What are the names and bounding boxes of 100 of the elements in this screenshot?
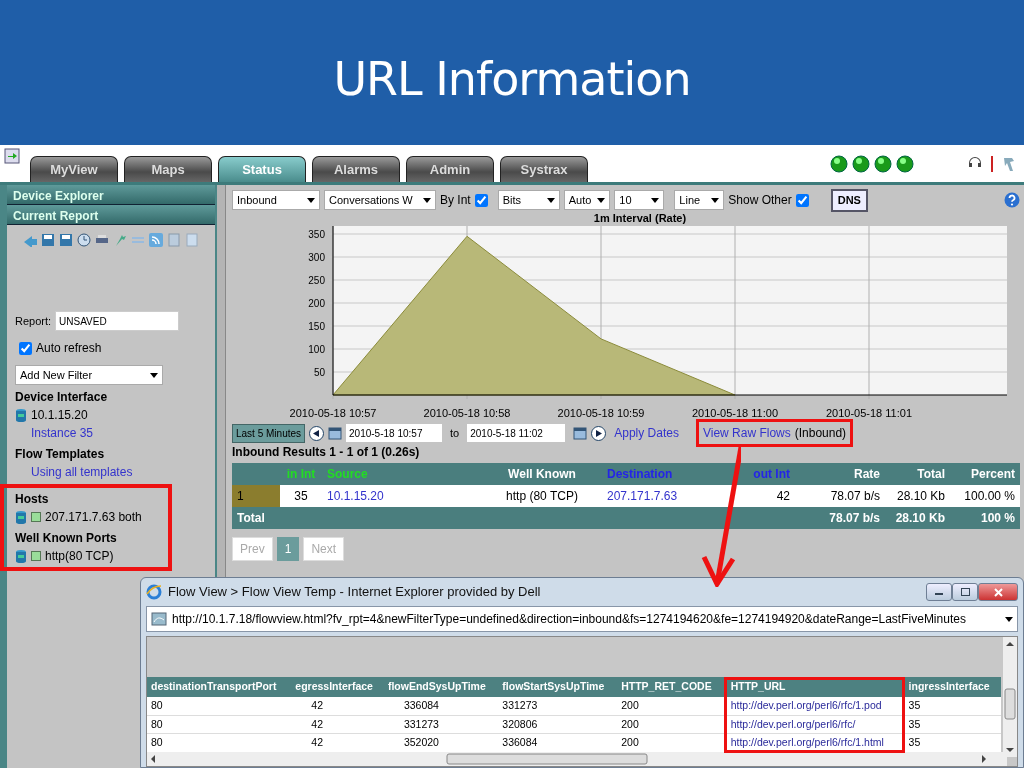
checkbox[interactable] xyxy=(19,341,32,355)
checkbox-label: By Int xyxy=(440,192,471,210)
range-label: to xyxy=(450,425,460,441)
dropdown[interactable]: Conversations W xyxy=(324,190,436,211)
slide-title: URL Information xyxy=(333,51,691,108)
dropdown[interactable]: Line xyxy=(674,190,725,211)
column-header[interactable]: Percent xyxy=(950,462,1020,485)
table-cell: http (80 TCP) xyxy=(482,484,602,507)
help-icon[interactable] xyxy=(1004,192,1020,209)
caret-icon xyxy=(711,197,720,203)
table-cell: 320806 xyxy=(498,715,618,734)
next-icon[interactable] xyxy=(591,425,607,441)
square-icon[interactable] xyxy=(31,551,41,561)
column-header[interactable]: Well Known xyxy=(482,462,602,485)
chart-title: 1m Interval (Rate) xyxy=(593,211,687,224)
status-light-icon xyxy=(830,154,848,173)
section-heading: Device Interface xyxy=(15,389,109,406)
checkbox-label: Show Other xyxy=(728,192,792,210)
dropdown[interactable]: Bits xyxy=(497,190,560,211)
table-cell: 35 xyxy=(904,715,1001,734)
pointer-icon[interactable] xyxy=(1002,155,1016,172)
link-cell[interactable]: 207.171.7.63 xyxy=(602,484,690,507)
column-header[interactable]: destinationTransportPort xyxy=(147,677,292,697)
app-icon[interactable] xyxy=(4,148,20,164)
caret-icon xyxy=(307,197,315,203)
total-cell: 78.07 b/s xyxy=(795,506,885,529)
database-icon[interactable] xyxy=(15,510,27,524)
caret-icon[interactable] xyxy=(1005,616,1013,622)
previous-icon[interactable] xyxy=(309,425,325,441)
results-summary: Inbound Results 1 - 1 of 1 (0.26s) xyxy=(232,443,421,461)
address-bar[interactable]: http://10.1.7.18/flowview.html?fv_rpt=4&newFilterType=undefined&direction=inbound&fs=1274194620&fe=1274194920&dateRange=LastFiveMinutes xyxy=(146,606,1018,632)
nav-tab[interactable]: Alarms xyxy=(312,156,400,182)
column-header[interactable]: flowEndSysUpTime xyxy=(383,677,499,697)
filter-dropdown[interactable]: Add New Filter xyxy=(15,365,163,385)
raw-flows-link[interactable]: View Raw Flows xyxy=(702,424,791,442)
date-field[interactable]: 2010-5-18 10:57 xyxy=(346,424,443,442)
column-header[interactable]: in Int xyxy=(280,462,322,485)
maximize-button[interactable] xyxy=(952,583,978,601)
panel-header[interactable]: Device Explorer xyxy=(7,185,215,205)
dropdown[interactable]: Auto xyxy=(563,190,611,211)
browser-icon xyxy=(146,584,162,600)
axis-label: 2010-05-18 10:58 xyxy=(423,406,511,419)
clock-icon[interactable] xyxy=(77,233,91,247)
table-cell: 28.10 Kb xyxy=(885,484,950,507)
caret-icon xyxy=(546,197,555,203)
window-title: Flow View > Flow View Temp - Internet Explorer provided by Dell xyxy=(168,583,541,602)
dropdown[interactable]: Inbound xyxy=(232,190,320,211)
text-link[interactable]: Using all templates xyxy=(31,463,133,481)
link-cell[interactable]: http://dev.perl.org/perl6/rfc/1.html xyxy=(723,733,905,753)
table-cell: 35 xyxy=(280,484,322,507)
column-header[interactable]: Rate xyxy=(795,462,885,485)
scrollbar[interactable] xyxy=(1003,637,1017,757)
dropdown[interactable]: 10 xyxy=(614,190,665,211)
status-light-icon xyxy=(874,154,892,173)
total-cell: 28.10 Kb xyxy=(885,506,950,529)
nav-tab[interactable]: Maps xyxy=(124,156,212,182)
axis-label: 300 xyxy=(308,251,325,263)
checkbox[interactable] xyxy=(795,193,809,207)
dns-button[interactable]: DNS xyxy=(830,189,868,212)
nav-tab[interactable]: Systrax xyxy=(500,156,588,182)
preset-button[interactable]: Last 5 Minutes xyxy=(232,423,306,443)
link-cell[interactable]: http://dev.perl.org/perl6/rfc/1.pod xyxy=(723,696,905,715)
nav-tab[interactable]: Admin xyxy=(406,156,494,182)
column-header[interactable]: HTTP_RET_CODE xyxy=(617,677,724,697)
minimize-button[interactable] xyxy=(926,583,952,601)
database-icon[interactable] xyxy=(15,549,27,563)
column-header[interactable]: ingressInterface xyxy=(904,677,1001,697)
total-cell: 100 % xyxy=(950,506,1020,529)
panel-header[interactable]: Current Report xyxy=(7,205,215,225)
text-link[interactable]: Instance 35 xyxy=(31,424,94,442)
date-field[interactable]: 2010-5-18 11:02 xyxy=(467,424,566,442)
checkbox[interactable] xyxy=(474,193,488,207)
nav-tab[interactable]: MyView xyxy=(30,156,118,182)
square-icon[interactable] xyxy=(31,512,41,522)
axis-label: 200 xyxy=(308,297,325,309)
column-header[interactable]: egressInterface xyxy=(291,677,384,697)
report-field[interactable]: UNSAVED xyxy=(55,311,180,331)
table-cell: 200 xyxy=(617,715,724,734)
checkbox-label: Auto refresh xyxy=(36,340,102,357)
calendar-icon[interactable] xyxy=(328,426,343,440)
column-header[interactable]: flowStartSysUpTime xyxy=(498,677,618,697)
scrollbar[interactable] xyxy=(147,752,1007,766)
section-heading: Flow Templates xyxy=(15,446,106,463)
page-button[interactable]: 1 xyxy=(276,536,300,561)
link-cell[interactable]: http://dev.perl.org/perl6/rfc/ xyxy=(723,715,905,734)
calendar-icon[interactable] xyxy=(573,426,588,440)
link-cell[interactable]: 10.1.15.20 xyxy=(322,484,482,507)
close-button[interactable] xyxy=(978,583,1018,601)
nav-tab[interactable]: Status xyxy=(218,156,306,182)
feed-icon[interactable] xyxy=(149,233,163,247)
filter-item: http(80 TCP) xyxy=(45,548,114,565)
apply-link[interactable]: Apply Dates xyxy=(614,424,679,442)
column-header[interactable]: Source xyxy=(322,462,482,485)
column-header[interactable]: Total xyxy=(885,462,950,485)
axis-label: 100 xyxy=(308,343,325,355)
headset-icon[interactable] xyxy=(968,155,982,168)
axis-label: 50 xyxy=(313,366,325,378)
address-text: http://10.1.7.18/flowview.html?fv_rpt=4&newFilterType=undefined&direction=inbound&fs=1274194620&fe=1274194920&dateRange=LastFiveMinutes xyxy=(172,611,967,628)
section-heading: Hosts xyxy=(15,491,50,508)
table-cell: 80 xyxy=(147,696,292,715)
